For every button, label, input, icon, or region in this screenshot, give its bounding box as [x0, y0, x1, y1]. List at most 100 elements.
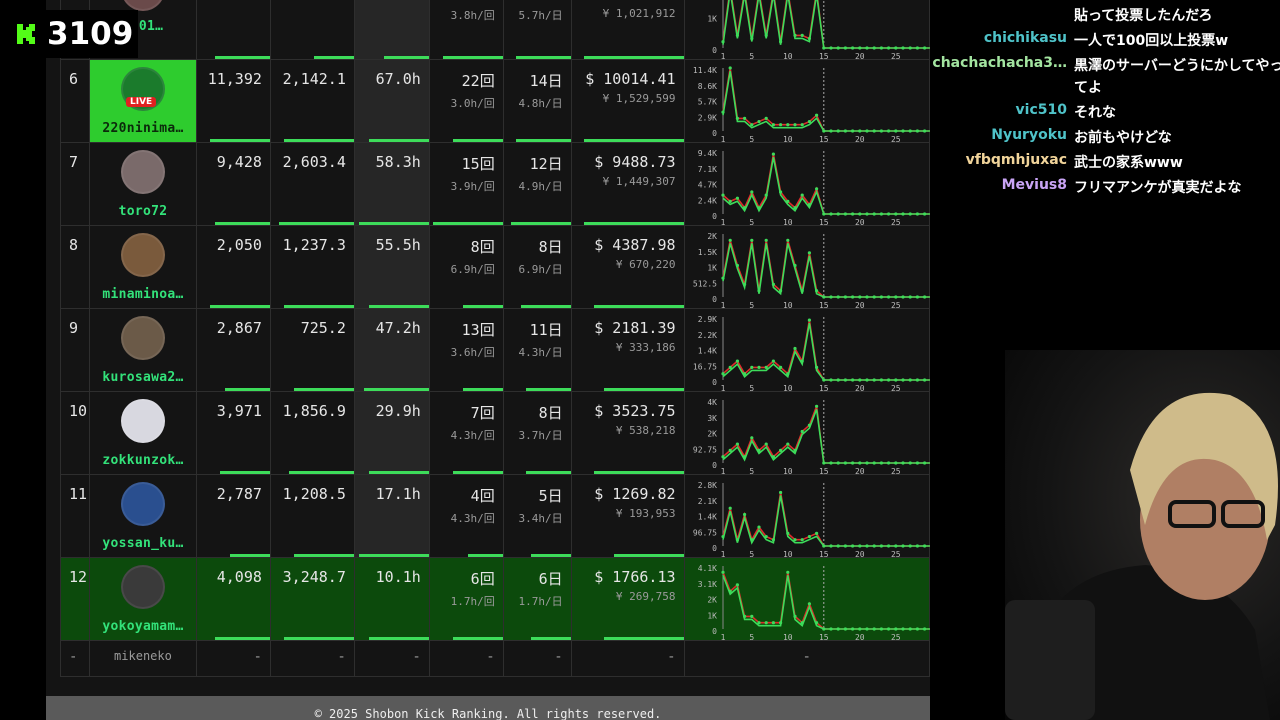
chat-message: vfbqmhjuxac 武士の家系www [930, 152, 1280, 176]
data-point [807, 119, 811, 124]
streamer-silhouette [1005, 392, 1278, 720]
data-point [850, 212, 854, 216]
data-point [843, 627, 847, 631]
user-avatar-icon[interactable] [120, 150, 165, 194]
data-point [800, 359, 804, 363]
data-point [828, 46, 833, 50]
trend-chart-svg: 2.8K2.1K1.4K96.7501 5 10 15 20 25 [692, 481, 931, 558]
user-cell[interactable]: zokkunzok… [88, 391, 197, 475]
usd-amount: $ 4387.98 [594, 236, 676, 254]
data-point [864, 212, 869, 216]
data-point [720, 40, 725, 44]
data-point [749, 436, 753, 440]
trend-chart: 2.8K 2.1K 1.4K 96.75 0 1 5 10 15 20 25 [683, 474, 931, 558]
series-line-green [722, 323, 931, 381]
usd-amount: $ 2181.39 [594, 319, 676, 337]
username-link[interactable]: minaminoa… [90, 287, 196, 302]
chat-username[interactable]: Mevius8 [1002, 177, 1067, 193]
trend-chart-svg: 2K1.5K1K512.501 5 10 15 20 25 [692, 232, 931, 309]
user-cell[interactable]: LIVE 220ninima… [88, 59, 197, 143]
username-link[interactable]: kurosawa2… [90, 370, 196, 385]
data-point [742, 512, 746, 517]
session-count: 6回 [470, 570, 495, 588]
y-tick-label: 0 [712, 129, 717, 138]
data-point [828, 627, 833, 631]
chat-message: 貼って投票したんだろ [930, 5, 1280, 29]
y-tick-label: 2.9K [697, 315, 716, 324]
user-cell[interactable]: kurosawa2… [88, 308, 197, 392]
stat-a: 4,098 [216, 568, 262, 586]
data-point [872, 378, 876, 382]
data-point [800, 193, 804, 197]
data-point [720, 110, 725, 114]
ranking-panel: _101… 3.8h/回 5.7h/日 ¥ 1,021,912 2.1K1K01… [46, 0, 931, 720]
data-point [749, 238, 753, 242]
trend-chart-svg: 9.4K7.1K4.7K2.4K01 5 10 15 20 25 [697, 149, 931, 226]
data-point [872, 295, 876, 299]
data-point [857, 295, 861, 299]
username-link[interactable]: zokkunzok… [90, 453, 196, 468]
live-badge: LIVE [125, 97, 157, 107]
data-point [872, 461, 876, 465]
webcam-overlay [1005, 350, 1280, 720]
data-point [792, 614, 797, 618]
viewer-count-badge: 3109 [8, 10, 138, 58]
user-avatar-icon[interactable] [120, 565, 165, 609]
data-point [836, 129, 840, 133]
user-avatar-icon[interactable] [120, 399, 165, 443]
per-day: 1.7h/日 [518, 595, 563, 608]
data-point [814, 531, 818, 535]
series-line-red [721, 240, 931, 298]
chat-username[interactable]: vfbqmhjuxac [966, 152, 1067, 168]
user-avatar-icon[interactable] [120, 482, 165, 526]
data-point [814, 621, 818, 625]
yen-amount: ¥ 1,529,599 [602, 92, 676, 105]
stat-b: 725.2 [300, 319, 346, 337]
username-link[interactable]: 220ninima… [90, 121, 196, 136]
stream-hours: 17.1h [375, 485, 421, 503]
rank-number: 11 [60, 474, 90, 558]
data-point [800, 123, 804, 127]
series-line-red [721, 67, 931, 132]
trend-chart: 9.4K 7.1K 4.7K 2.4K 0 1 5 10 15 20 25 [683, 142, 931, 226]
table-row: 10 zokkunzok… 3,971 1,856.9 29.9h 7回 4.3h… [60, 391, 931, 475]
username-link[interactable]: toro72 [90, 204, 196, 219]
y-tick-label: 512.5 [692, 279, 716, 288]
data-point [735, 196, 739, 200]
data-point [720, 372, 725, 376]
username-link[interactable]: yossan_ku… [90, 536, 196, 551]
data-point [720, 570, 725, 574]
y-tick-label: 1K [707, 611, 717, 620]
chat-username[interactable]: chachachacha3… [932, 55, 1067, 71]
data-point [764, 365, 768, 369]
chat-username[interactable]: chichikasu [984, 30, 1067, 46]
data-point [800, 289, 804, 293]
y-tick-label: 0 [712, 461, 717, 470]
user-avatar-icon[interactable] [120, 316, 165, 360]
data-point [814, 365, 818, 369]
data-point [864, 129, 869, 133]
data-point [922, 129, 926, 133]
data-point [922, 46, 926, 50]
username-link[interactable]: mikeneko [88, 640, 197, 677]
user-cell[interactable]: yossan_ku… [88, 474, 197, 558]
data-point [792, 263, 797, 268]
trend-chart: 2K 1.5K 1K 512.5 0 1 5 10 15 20 25 [683, 225, 931, 309]
chat-username[interactable]: vic510 [1016, 102, 1067, 118]
data-point [864, 295, 869, 299]
data-point [821, 627, 825, 631]
data-point [771, 123, 775, 127]
data-point [778, 621, 782, 625]
chat-username[interactable]: Nyuryoku [991, 127, 1067, 143]
series-line-green [721, 0, 931, 49]
user-cell[interactable]: minaminoa… [88, 225, 197, 309]
data-point [864, 46, 869, 50]
user-cell[interactable]: yokoyamam… [88, 557, 197, 641]
data-point [900, 461, 905, 465]
user-cell[interactable]: toro72 [88, 142, 197, 226]
user-avatar-icon[interactable] [120, 233, 165, 277]
data-point [792, 448, 797, 452]
username-link[interactable]: yokoyamam… [90, 619, 196, 634]
data-point [785, 531, 789, 535]
day-count: 8日 [538, 238, 563, 256]
